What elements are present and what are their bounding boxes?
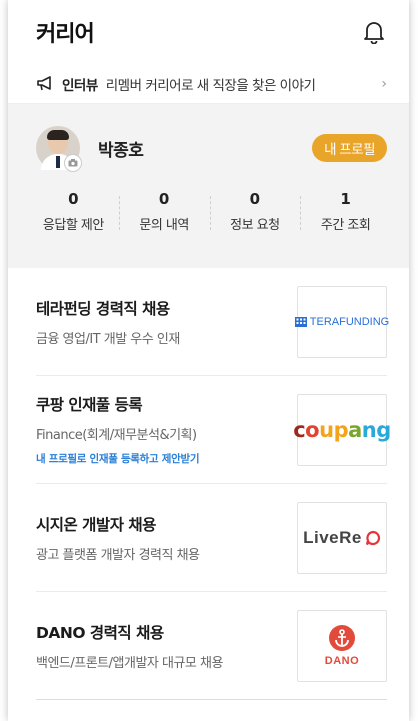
job-title: DANO 경력직 채용 [36, 623, 164, 642]
job-item-livere[interactable]: 시지온 개발자 채용 광고 플랫폼 개발자 경력직 채용 LiveRe [36, 484, 387, 592]
stat-value: 0 [249, 190, 261, 208]
camera-icon[interactable] [64, 154, 82, 172]
anchor-icon [329, 624, 355, 651]
livere-logo: LiveRe [297, 501, 387, 574]
profile-name: 박종호 [98, 140, 144, 161]
logo-text: coupang [293, 417, 391, 442]
interview-banner[interactable]: 인터뷰 리멤버 커리어로 새 직장을 찾은 이야기 › [8, 64, 409, 104]
job-item-dano[interactable]: DANO 경력직 채용 백엔드/프론트/앱개발자 대규모 채용 DANO [36, 592, 387, 700]
job-list: 테라펀딩 경력직 채용 금융 영업/IT 개발 우수 인재 TERAFUNDIN… [8, 268, 409, 700]
stat-proposals[interactable]: 0 응답할 제안 [28, 190, 119, 233]
speech-bubble-icon [365, 530, 380, 545]
stat-weekly-views[interactable]: 1 주간 조회 [300, 190, 391, 233]
stat-label: 응답할 제안 [42, 218, 104, 233]
dano-logo: DANO [297, 609, 387, 682]
app-frame: 커리어 인터뷰 리멤버 커리어로 새 직장을 찾은 이야기 › 박종호 내 프로… [8, 0, 409, 721]
logo-text: LiveRe [303, 527, 362, 547]
chevron-right-icon: › [381, 75, 387, 92]
my-profile-button[interactable]: 내 프로필 [312, 134, 387, 162]
job-title: 시지온 개발자 채용 [36, 515, 156, 534]
job-subtitle: 백엔드/프론트/앱개발자 대규모 채용 [36, 655, 223, 671]
job-subtitle: 금융 영업/IT 개발 우수 인재 [36, 331, 180, 347]
job-title: 테라펀딩 경력직 채용 [36, 299, 170, 318]
header: 커리어 [8, 0, 409, 64]
page-title: 커리어 [36, 22, 95, 47]
stat-info-requests[interactable]: 0 정보 요청 [209, 190, 301, 233]
talent-pool-link[interactable]: 내 프로필로 인재풀 등록하고 제안받기 [36, 451, 297, 466]
job-item-terafunding[interactable]: 테라펀딩 경력직 채용 금융 영업/IT 개발 우수 인재 TERAFUNDIN… [36, 268, 390, 376]
stat-value: 1 [340, 190, 351, 208]
megaphone-icon [36, 75, 54, 93]
job-title: 쿠팡 인재풀 등록 [36, 396, 143, 414]
logo-text: DANO [324, 654, 360, 667]
bell-icon[interactable] [361, 18, 387, 46]
stat-label: 정보 요청 [230, 218, 280, 233]
stat-label: 주간 조회 [320, 218, 371, 233]
avatar[interactable] [36, 126, 82, 172]
profile-card: 박종호 내 프로필 0 응답할 제안 0 문의 내역 0 정보 요청 1 주간 … [8, 104, 409, 268]
stat-value: 0 [158, 190, 170, 208]
banner-tag: 인터뷰 [62, 77, 98, 94]
logo-text: TERAFUNDING [309, 315, 390, 328]
job-subtitle: Finance(회계/재무분석&기획) [36, 428, 197, 443]
banner-text: 리멤버 커리어로 새 직장을 찾은 이야기 [105, 77, 316, 94]
building-icon [294, 316, 307, 327]
terafunding-logo: TERAFUNDING [294, 285, 390, 358]
job-subtitle: 광고 플랫폼 개발자 경력직 채용 [36, 547, 200, 563]
profile-stats: 0 응답할 제안 0 문의 내역 0 정보 요청 1 주간 조회 [28, 190, 391, 233]
stat-label: 문의 내역 [139, 218, 189, 233]
coupang-logo: coupang [293, 393, 391, 466]
job-item-coupang[interactable]: 쿠팡 인재풀 등록 Finance(회계/재무분석&기획) 내 프로필로 인재풀… [36, 376, 391, 484]
stat-inquiries[interactable]: 0 문의 내역 [118, 190, 210, 233]
stat-value: 0 [68, 190, 79, 208]
